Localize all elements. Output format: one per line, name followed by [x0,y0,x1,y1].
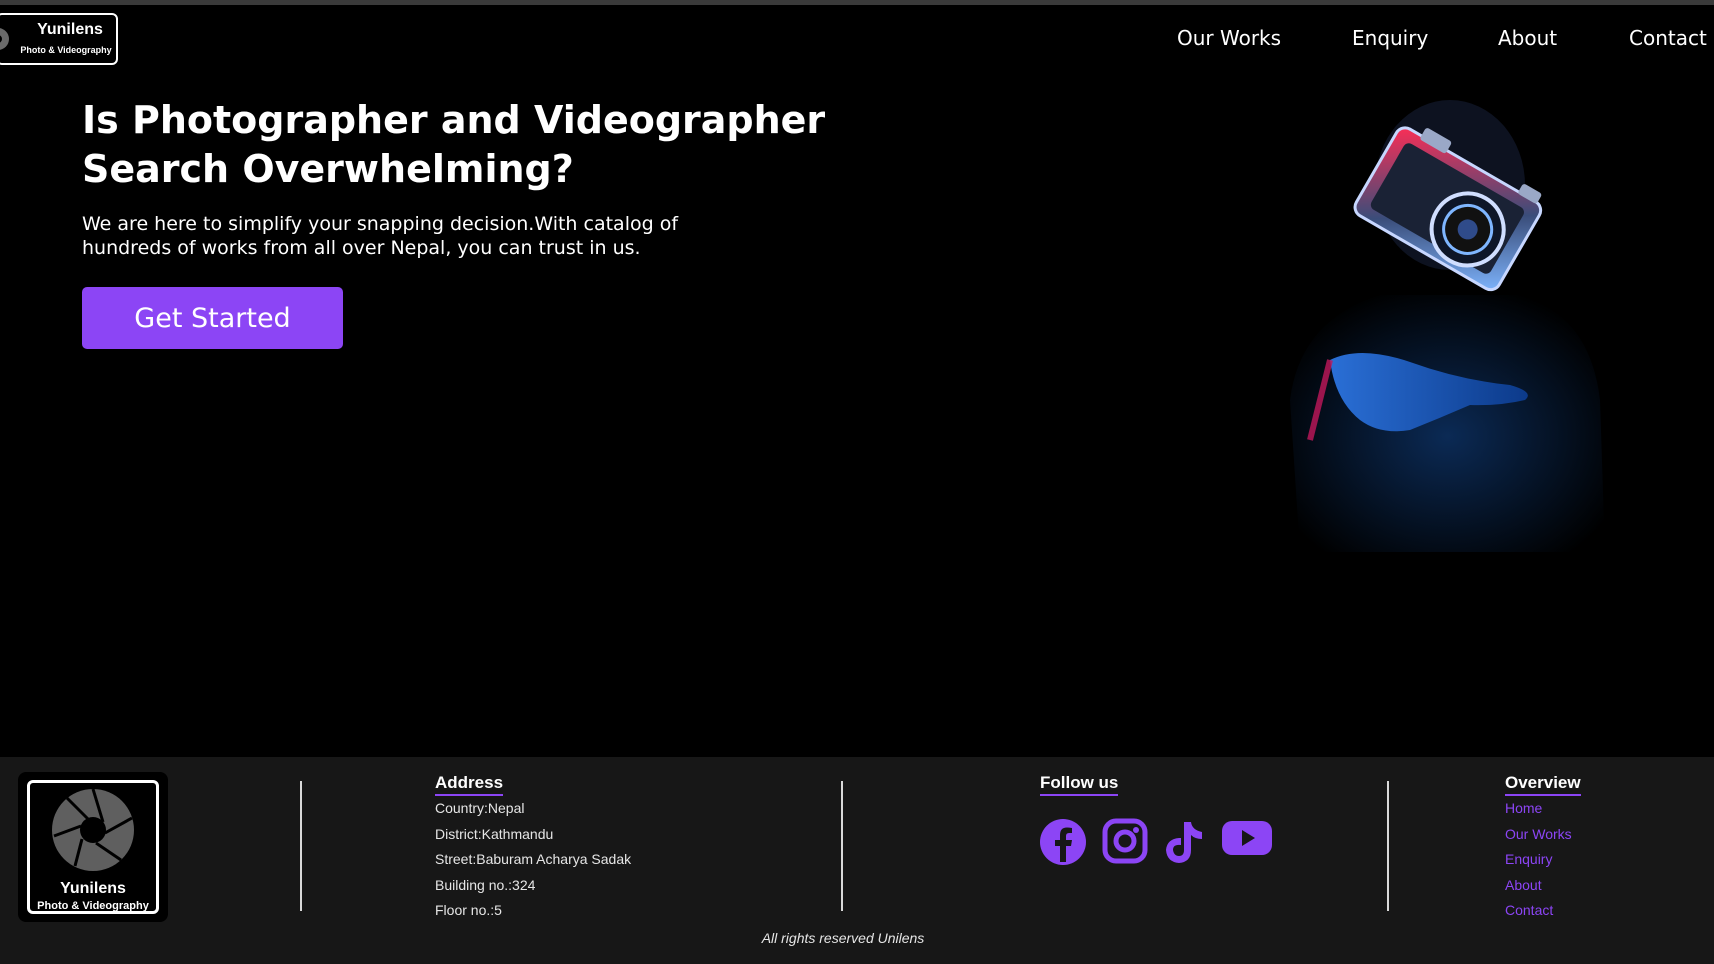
nav-contact[interactable]: Contact [1629,26,1707,50]
hero-description: We are here to simplify your snapping de… [82,213,679,259]
copyright-text: All rights reserved Unilens [761,930,925,946]
address-country: Country:Nepal [435,800,525,816]
facebook-icon[interactable] [1039,818,1087,870]
footer-divider [1387,781,1389,911]
hero-title: Is Photographer and Videographer Search … [82,98,826,191]
address-title: Address [435,773,504,796]
get-started-button[interactable]: Get Started [82,287,343,349]
overview-title: Overview [1505,773,1581,796]
footer-link-our-works[interactable]: Our Works [1505,822,1572,848]
footer-divider [300,781,302,911]
top-border [0,0,1714,5]
youtube-icon[interactable] [1221,818,1273,862]
footer-brand-name: Yunilens [60,880,126,897]
footer-logo[interactable]: Yunilens Photo & Videography [18,772,168,922]
main-nav: Our Works Enquiry About Contact [0,26,1714,54]
tiktok-icon[interactable] [1162,818,1204,870]
nav-enquiry[interactable]: Enquiry [1352,26,1428,50]
footer-link-contact[interactable]: Contact [1505,898,1572,924]
address-street: Street:Baburam Acharya Sadak [435,851,632,867]
nav-our-works[interactable]: Our Works [1177,26,1281,50]
follow-title: Follow us [1040,773,1119,796]
footer-link-about[interactable]: About [1505,873,1572,899]
footer-link-home[interactable]: Home [1505,796,1572,822]
footer: Yunilens Photo & Videography Address Cou… [0,757,1714,964]
address-floor: Floor no.:5 [435,902,502,918]
hero-photo [1270,100,1640,552]
address-district: District:Kathmandu [435,825,554,842]
nav-about[interactable]: About [1498,26,1557,50]
footer-link-enquiry[interactable]: Enquiry [1505,847,1572,873]
address-building: Building no.:324 [435,876,536,893]
overview-links: Home Our Works Enquiry About Contact [1505,796,1572,924]
footer-brand-tagline: Photo & Videography [37,900,149,912]
footer-divider [841,781,843,911]
instagram-icon[interactable] [1102,818,1148,868]
aperture-icon [52,788,134,871]
address-list: Country:Nepal District:Kathmandu Street:… [435,796,631,924]
